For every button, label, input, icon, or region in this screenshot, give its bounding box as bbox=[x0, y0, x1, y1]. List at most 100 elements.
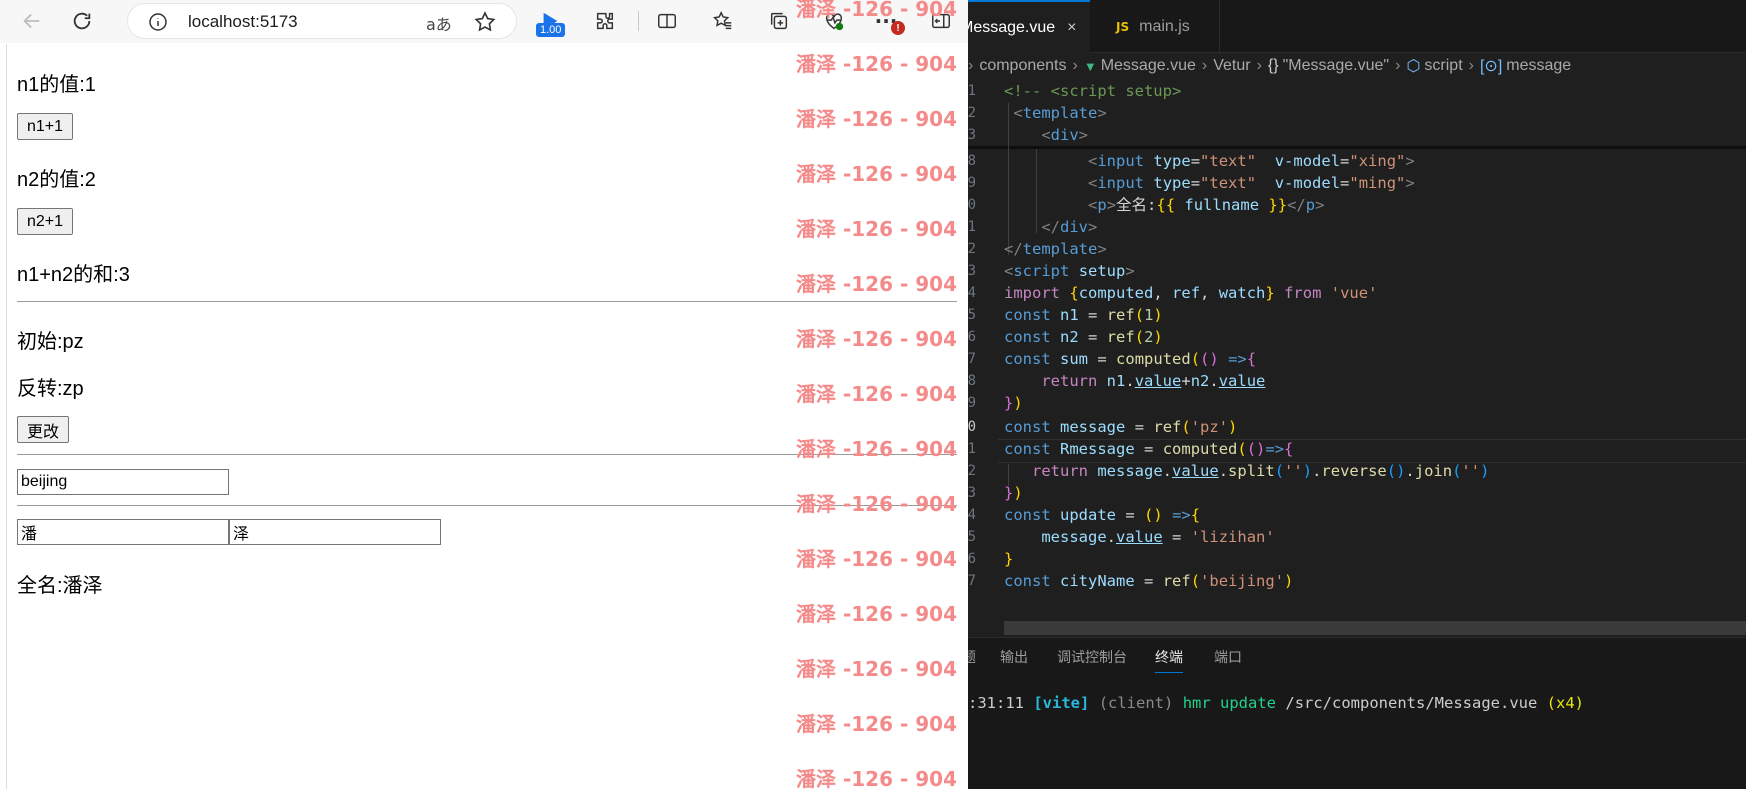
code-line[interactable]: 7 const cityName = ref('beijing') bbox=[968, 569, 1746, 593]
reversed-message-text: 反转:zp bbox=[17, 378, 84, 400]
cube-icon: ⬡ bbox=[1406, 58, 1421, 75]
terminal-time: :31:11 bbox=[968, 694, 1024, 712]
code-line[interactable]: 6} bbox=[968, 547, 1746, 571]
code-line[interactable]: 8 <input type="text" v-model="xing"> bbox=[968, 149, 1746, 173]
tab-debug-console[interactable]: 调试控制台 bbox=[1057, 647, 1127, 667]
code-line[interactable]: 5 const n1 = ref(1) bbox=[968, 303, 1746, 327]
code-line[interactable]: 3 <div> bbox=[968, 123, 1746, 147]
bottom-panel: 题 输出 调试控制台 终端 端口 :31:11 [vite] (client) … bbox=[968, 637, 1746, 789]
watermark-text: 潘泽 -126 - 904 bbox=[796, 162, 957, 186]
url-text[interactable]: localhost:5173 bbox=[188, 12, 298, 32]
browser-window: localhost:5173 aあ 1.00 ··· ! n1的值:1 n1+1… bbox=[0, 0, 968, 789]
watermark-text: 潘泽 -126 - 904 bbox=[796, 437, 957, 461]
code-line[interactable]: 2 return message.value.split('').reverse… bbox=[968, 459, 1746, 483]
info-icon[interactable] bbox=[148, 12, 168, 32]
tab-label: main.js bbox=[1139, 17, 1190, 35]
code-line[interactable]: 3 <script setup> bbox=[968, 259, 1746, 283]
terminal-line[interactable]: :31:11 [vite] (client) hmr update /src/c… bbox=[968, 694, 1584, 712]
watermark-text: 潘泽 -126 - 904 bbox=[796, 382, 957, 406]
tab-label: Message.vue bbox=[968, 18, 1056, 36]
change-button[interactable]: 更改 bbox=[17, 416, 70, 443]
address-bar[interactable]: localhost:5173 aあ bbox=[127, 3, 517, 39]
speed-badge: 1.00 bbox=[536, 23, 566, 37]
n1-increment-button[interactable]: n1+1 bbox=[17, 113, 74, 140]
code-line[interactable]: 4 import {computed, ref, watch} from 'vue… bbox=[968, 281, 1746, 305]
variable-icon: [⊙] bbox=[1479, 58, 1503, 75]
code-line[interactable]: 7 const sum = computed(() =>{ bbox=[968, 347, 1746, 371]
watermark-text: 潘泽 -126 - 904 bbox=[796, 602, 957, 626]
city-input[interactable] bbox=[17, 469, 229, 495]
breadcrumb-component[interactable]: "Message.vue" bbox=[1283, 57, 1390, 75]
tab-main-js[interactable]: JS main.js bbox=[1090, 0, 1220, 53]
tab-message-vue[interactable]: Message.vue × bbox=[968, 0, 1090, 53]
original-message-text: 初始:pz bbox=[17, 331, 84, 353]
xing-input[interactable] bbox=[17, 519, 229, 545]
js-file-icon: JS bbox=[1116, 19, 1130, 34]
split-screen-icon[interactable] bbox=[651, 5, 683, 37]
terminal-tag: [vite] bbox=[1033, 694, 1090, 712]
watermark-text: 潘泽 -126 - 904 bbox=[796, 107, 957, 131]
code-line[interactable]: 8 return n1.value+n2.value bbox=[968, 369, 1746, 393]
collections-icon[interactable] bbox=[763, 5, 795, 37]
code-line[interactable]: 4 const update = () =>{ bbox=[968, 503, 1746, 527]
alert-badge: ! bbox=[891, 21, 905, 35]
code-line[interactable]: 1 const Rmessage = computed(()=>{ bbox=[968, 437, 1746, 461]
code-line[interactable]: 6 const n2 = ref(2) bbox=[968, 325, 1746, 349]
sum-text: n1+n2的和:3 bbox=[17, 264, 130, 286]
braces-icon: {} bbox=[1267, 57, 1279, 74]
code-line[interactable]: 0 <p>全名:{{ fullname }}</p> bbox=[968, 193, 1746, 217]
horizontal-scrollbar[interactable] bbox=[1004, 621, 1746, 635]
watermark-text: 潘泽 -126 - 904 bbox=[796, 547, 957, 571]
back-icon[interactable] bbox=[16, 5, 48, 37]
close-icon[interactable]: × bbox=[1067, 19, 1076, 37]
read-aloud-icon[interactable]: aあ bbox=[426, 11, 452, 35]
refresh-icon[interactable] bbox=[66, 5, 98, 37]
code-line[interactable]: 0 const message = ref('pz') bbox=[968, 415, 1746, 439]
code-line[interactable]: 9 <input type="text" v-model="ming"> bbox=[968, 171, 1746, 195]
watermark-text: 潘泽 -126 - 904 bbox=[796, 712, 957, 736]
editor-tab-bar: Message.vue × JS main.js bbox=[968, 0, 1746, 53]
code-editor: Message.vue × JS main.js › components › … bbox=[968, 0, 1746, 789]
watermark-text: 潘泽 -126 - 904 bbox=[796, 767, 957, 789]
breadcrumb: › components › ▼ Message.vue › Vetur › {… bbox=[968, 57, 1572, 75]
breadcrumb-folder[interactable]: components bbox=[979, 57, 1066, 75]
watermark-text: 潘泽 -126 - 904 bbox=[796, 52, 957, 76]
watermark-text: 潘泽 -126 - 904 bbox=[796, 492, 957, 516]
code-line[interactable]: 5 message.value = 'lizihan' bbox=[968, 525, 1746, 549]
terminal-path: /src/components/Message.vue bbox=[1285, 694, 1538, 712]
breadcrumb-file[interactable]: Message.vue bbox=[1101, 57, 1196, 75]
breadcrumb-section[interactable]: script bbox=[1424, 57, 1462, 75]
vue-file-icon: ▼ bbox=[1083, 58, 1097, 74]
favorites-icon[interactable] bbox=[707, 5, 739, 37]
n2-value-text: n2的值:2 bbox=[17, 169, 96, 191]
tab-problems[interactable]: 题 bbox=[968, 647, 976, 667]
tab-terminal[interactable]: 终端 bbox=[1155, 647, 1183, 673]
n2-increment-button[interactable]: n2+1 bbox=[17, 208, 74, 235]
watermark-text: 潘泽 -126 - 904 bbox=[796, 657, 957, 681]
code-line[interactable]: 1 </div> bbox=[968, 215, 1746, 239]
ming-input[interactable] bbox=[229, 519, 441, 545]
extensions-icon[interactable] bbox=[589, 5, 621, 37]
n1-value-text: n1的值:1 bbox=[17, 74, 96, 96]
code-line[interactable]: 9}) bbox=[968, 391, 1746, 415]
tab-ports[interactable]: 端口 bbox=[1214, 647, 1242, 667]
watermark-text: 潘泽 -126 - 904 bbox=[796, 327, 957, 351]
code-line[interactable]: 3}) bbox=[968, 481, 1746, 505]
watermark-text: 潘泽 -126 - 904 bbox=[796, 272, 957, 296]
terminal-count: (x4) bbox=[1546, 694, 1584, 712]
breadcrumb-extension[interactable]: Vetur bbox=[1213, 57, 1250, 75]
fullname-text: 全名:潘泽 bbox=[17, 575, 103, 597]
terminal-client: (client) bbox=[1098, 694, 1174, 712]
watermark-text: 潘泽 -126 - 904 bbox=[796, 0, 957, 21]
code-line[interactable]: 2 </template> bbox=[968, 237, 1746, 261]
terminal-action: hmr update bbox=[1182, 694, 1277, 712]
favorite-star-icon[interactable] bbox=[473, 10, 497, 34]
code-line[interactable]: 1 <!-- <script setup> bbox=[968, 79, 1746, 103]
breadcrumb-symbol[interactable]: message bbox=[1506, 57, 1571, 75]
tab-output[interactable]: 输出 bbox=[1000, 647, 1028, 667]
toolbar-divider bbox=[638, 11, 639, 31]
divider bbox=[17, 301, 957, 302]
code-area[interactable]: 1 <!-- <script setup> 2 <template> 3 <div… bbox=[968, 79, 1746, 623]
panel-tabs: 题 输出 调试控制台 终端 端口 bbox=[968, 638, 1746, 674]
code-line[interactable]: 2 <template> bbox=[968, 101, 1746, 125]
